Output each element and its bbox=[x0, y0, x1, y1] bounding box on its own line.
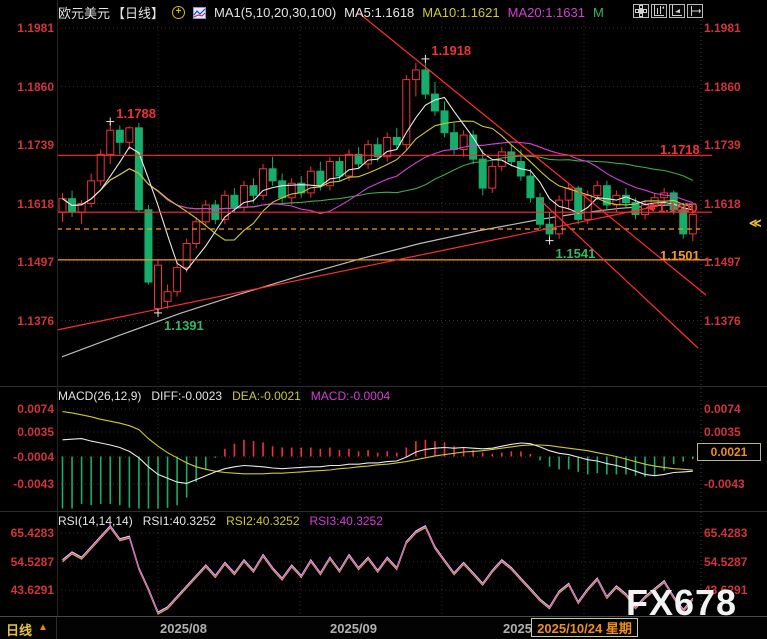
mini-chart-icon bbox=[193, 7, 206, 19]
current-date-box: 2025/10/24 星期五 bbox=[531, 618, 638, 637]
main-y-axis-label: 1.1618 bbox=[704, 197, 741, 211]
price-extreme-label: 1.1788 bbox=[116, 106, 156, 121]
chart-toolbar bbox=[633, 4, 703, 18]
period-selector[interactable]: 日线 ▲ bbox=[0, 617, 57, 639]
main-y-axis-label: 1.1497 bbox=[704, 255, 741, 269]
period-arrow-icon: ▲ bbox=[38, 622, 48, 633]
chart-header: 欧元美元 【日线】 + MA1(5,10,20,30,100) MA5:1.16… bbox=[58, 3, 604, 22]
rsi1-value: RSI1:40.3252 bbox=[143, 514, 216, 528]
macd-macd-value: MACD:-0.0004 bbox=[311, 389, 390, 403]
macd-y-axis-label: -0.0043 bbox=[4, 477, 54, 491]
ma5-value: MA5:1.1618 bbox=[344, 5, 414, 20]
main-y-axis-label: 1.1860 bbox=[704, 80, 741, 94]
ma10-value: MA10:1.1621 bbox=[422, 5, 499, 20]
rsi-y-axis-label: 65.4283 bbox=[4, 526, 54, 540]
macd-title: MACD(26,12,9) bbox=[58, 389, 141, 403]
rsi2-value: RSI2:40.3252 bbox=[226, 514, 299, 528]
main-y-axis-label: 1.1376 bbox=[4, 314, 54, 328]
main-y-axis-label: 1.1860 bbox=[4, 80, 54, 94]
x-axis-date-label: 2025/08 bbox=[160, 621, 207, 636]
price-extreme-label: 1.1541 bbox=[556, 246, 596, 261]
period-label: 日线 bbox=[6, 620, 32, 639]
macd-panel-divider bbox=[0, 386, 767, 387]
x-axis-date-label: 2025/09 bbox=[330, 621, 377, 636]
rsi-panel-divider bbox=[0, 511, 767, 512]
main-y-axis-label: 1.1497 bbox=[4, 255, 54, 269]
rsi-y-axis-label: 43.6291 bbox=[4, 583, 54, 597]
macd-y-axis-label: -0.0004 bbox=[4, 450, 54, 464]
rsi3-value: RSI3:40.3252 bbox=[310, 514, 383, 528]
dashed-line-marker-icon: ≪ bbox=[749, 216, 762, 230]
symbol-title: 欧元美元 bbox=[58, 3, 110, 22]
rsi-y-axis-label: 54.5287 bbox=[704, 555, 747, 569]
rsi-title: RSI(14,14,14) bbox=[58, 514, 133, 528]
x-axis-date-label: 2025 bbox=[503, 621, 532, 636]
axis-pan-button[interactable] bbox=[669, 4, 685, 18]
macd-y-axis-label: 0.0074 bbox=[4, 402, 54, 416]
axis-arrow-icon bbox=[671, 5, 683, 17]
rsi-y-axis-label: 54.5287 bbox=[4, 555, 54, 569]
ma-settings-label: MA1(5,10,20,30,100) bbox=[214, 5, 336, 20]
resistance-level-label: 1.1718 bbox=[660, 142, 700, 157]
main-y-axis-label: 1.1981 bbox=[704, 21, 741, 35]
main-y-axis-label: 1.1739 bbox=[704, 138, 741, 152]
main-y-axis-label: 1.1618 bbox=[4, 197, 54, 211]
main-y-axis-label: 1.1739 bbox=[4, 138, 54, 152]
price-extreme-label: 1.1391 bbox=[164, 318, 204, 333]
rsi-y-axis-label: 65.4283 bbox=[704, 526, 747, 540]
add-overlay-icon[interactable]: + bbox=[172, 6, 185, 19]
macd-dea-value: DEA:-0.0021 bbox=[232, 389, 301, 403]
macd-y-axis-label: 0.0035 bbox=[4, 425, 54, 439]
macd-header: MACD(26,12,9) DIFF:-0.0023 DEA:-0.0021 M… bbox=[58, 389, 390, 403]
rsi-header: RSI(14,14,14) RSI1:40.3252 RSI2:40.3252 … bbox=[58, 514, 383, 528]
scroll-right-button[interactable] bbox=[687, 4, 703, 18]
macd-current-value-box: 0.0021 bbox=[697, 443, 761, 461]
axis-scale-button[interactable] bbox=[651, 4, 667, 18]
axis-candles-icon bbox=[653, 5, 665, 17]
price-extreme-label: 1.1918 bbox=[431, 43, 471, 58]
brand-watermark: FX678 bbox=[626, 582, 737, 624]
macd-y-axis-label: 0.0074 bbox=[704, 402, 741, 416]
crosshair-move-icon bbox=[635, 5, 647, 17]
support-level-label: 1.1600 bbox=[658, 200, 698, 215]
trading-app: 欧元美元 【日线】 + MA1(5,10,20,30,100) MA5:1.16… bbox=[0, 0, 767, 639]
macd-y-axis-label: 0.0035 bbox=[704, 425, 741, 439]
period-tag: 【日线】 bbox=[112, 3, 164, 22]
main-y-axis-label: 1.1981 bbox=[4, 21, 54, 35]
price-arrow-icon: ◀ bbox=[646, 202, 654, 213]
ma-more-label: M bbox=[593, 5, 604, 20]
macd-diff-value: DIFF:-0.0023 bbox=[151, 389, 222, 403]
ma20-value: MA20:1.1631 bbox=[508, 5, 585, 20]
shift-right-icon bbox=[689, 5, 701, 17]
lower-level-label: 1.1501 bbox=[660, 248, 700, 263]
macd-y-axis-label: -0.0043 bbox=[704, 477, 745, 491]
crosshair-move-button[interactable] bbox=[633, 4, 649, 18]
main-y-axis-label: 1.1376 bbox=[704, 314, 741, 328]
